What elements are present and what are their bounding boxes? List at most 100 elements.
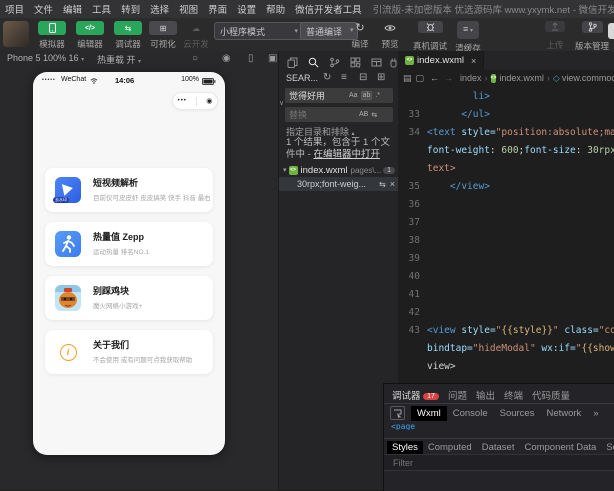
code-line[interactable]: 38 bbox=[398, 232, 614, 250]
code-line[interactable]: text> bbox=[398, 160, 614, 178]
menu-item-4[interactable]: 转到 bbox=[116, 2, 145, 16]
regex-icon[interactable]: .* bbox=[375, 92, 380, 99]
bookmark-icon[interactable]: ▢ bbox=[416, 73, 425, 84]
tab-sources[interactable]: Sources bbox=[494, 406, 541, 421]
clear-cache-button[interactable]: ≡ ▾ 清缓存 bbox=[450, 21, 486, 54]
card-chicken-game[interactable]: 别踩鸡块 魔火网络小游戏+ bbox=[45, 276, 213, 320]
replace-all-icon[interactable]: ⇆ bbox=[371, 111, 377, 119]
menu-item-8[interactable]: 设置 bbox=[232, 2, 261, 16]
card-about-us[interactable]: i 关于我们 不会使用 或有问题可点我获取帮助 bbox=[45, 330, 213, 374]
code-line[interactable]: bindtap="hideModal" wx:if="{{show bbox=[398, 340, 614, 358]
tab-scope-data[interactable]: Scope Data bbox=[601, 441, 614, 454]
open-editor-icon[interactable]: ⊞ bbox=[377, 72, 385, 83]
crumb-element[interactable]: view.commodity bbox=[562, 73, 614, 83]
compile-button[interactable]: ↻ 编译 bbox=[345, 21, 375, 50]
code-line[interactable]: 37 bbox=[398, 214, 614, 232]
code-line[interactable]: 39 bbox=[398, 250, 614, 268]
code-lines[interactable]: li>33 </ul>34<text style="position:absol… bbox=[398, 88, 614, 383]
tab-output[interactable]: 输出 bbox=[476, 388, 495, 402]
tree-caret-icon[interactable]: ▾ bbox=[283, 166, 287, 174]
code-line[interactable]: 36 bbox=[398, 196, 614, 214]
code-line[interactable]: 33 </ul> bbox=[398, 106, 614, 124]
preserve-case-icon[interactable]: AB bbox=[359, 111, 368, 118]
tab-index-wxml[interactable]: <> index.wxml × bbox=[398, 51, 484, 70]
tab-dataset[interactable]: Dataset bbox=[477, 441, 520, 454]
search-icon[interactable] bbox=[305, 55, 321, 69]
package-icon[interactable] bbox=[368, 55, 384, 69]
menu-item-9[interactable]: 帮助 bbox=[261, 2, 290, 16]
search-input[interactable] bbox=[285, 91, 349, 101]
remote-debug-button[interactable]: 真机调试 bbox=[408, 21, 452, 52]
code-line[interactable]: li> bbox=[398, 88, 614, 106]
debugger-button[interactable]: ⇆ 调试器 bbox=[108, 21, 148, 50]
device-frame-icon[interactable]: ▯ bbox=[248, 53, 254, 64]
nav-back-icon[interactable]: ← bbox=[430, 73, 439, 83]
tab-debugger[interactable]: 调试器 17 bbox=[392, 388, 439, 402]
menu-item-3[interactable]: 工具 bbox=[87, 2, 116, 16]
capsule-more-icon[interactable]: ••• bbox=[178, 98, 187, 104]
close-tab-icon[interactable]: × bbox=[471, 56, 476, 66]
tab-problems[interactable]: 问题 bbox=[448, 388, 467, 402]
dismiss-match-icon[interactable]: × bbox=[390, 179, 395, 189]
menu-item-0[interactable]: 项目 bbox=[0, 2, 29, 16]
menu-item-10[interactable]: 微信开发者工具 bbox=[290, 2, 367, 16]
replace-input[interactable] bbox=[285, 110, 359, 120]
tab-component-data[interactable]: Component Data bbox=[519, 441, 601, 454]
more-button[interactable] bbox=[608, 23, 614, 39]
code-line[interactable]: view> bbox=[398, 358, 614, 376]
crumb-file[interactable]: index.wxml bbox=[499, 73, 544, 83]
refresh-results-icon[interactable]: ↻ bbox=[323, 72, 331, 83]
more-tabs-icon[interactable]: » bbox=[587, 406, 604, 421]
extensions-icon[interactable] bbox=[347, 55, 363, 69]
capsule-home-icon[interactable]: ◉ bbox=[206, 97, 212, 105]
code-line[interactable]: 34<text style="position:absolute;ma bbox=[398, 124, 614, 142]
tab-computed[interactable]: Computed bbox=[423, 441, 477, 454]
replace-match-icon[interactable]: ⇆ bbox=[379, 180, 386, 189]
rotate-icon[interactable]: ○ bbox=[192, 53, 198, 64]
menu-item-7[interactable]: 界面 bbox=[203, 2, 232, 16]
capsule-button[interactable]: ••• ◉ bbox=[172, 92, 218, 110]
simulator-button[interactable]: 模拟器 bbox=[32, 21, 72, 50]
collapse-all-icon[interactable]: ⊟ bbox=[359, 72, 367, 83]
mode-select[interactable]: 小程序模式 ▾ bbox=[214, 22, 304, 40]
editor-button[interactable]: </> 编辑器 bbox=[70, 21, 110, 50]
menu-item-2[interactable]: 编辑 bbox=[58, 2, 87, 16]
outline-menu-icon[interactable]: ▤ bbox=[403, 73, 412, 84]
toggle-replace-icon[interactable]: ∨ bbox=[279, 99, 284, 107]
clear-results-icon[interactable]: ≡ bbox=[341, 72, 347, 83]
result-match-row[interactable]: 30rpx;font-weig... ⇆ × bbox=[279, 177, 399, 191]
result-file-row[interactable]: ▾ <> index.wxml pages\... 1 bbox=[279, 163, 399, 177]
code-line[interactable]: 43<view style="{{style}}" class="co bbox=[398, 322, 614, 340]
tab-console[interactable]: Console bbox=[447, 406, 494, 421]
tab-styles[interactable]: Styles bbox=[387, 441, 423, 454]
record-icon[interactable]: ◉ bbox=[222, 53, 231, 64]
tab-terminal[interactable]: 终端 bbox=[504, 388, 523, 402]
whole-word-icon[interactable]: ab bbox=[361, 91, 373, 100]
tab-network[interactable]: Network bbox=[540, 406, 587, 421]
menu-item-6[interactable]: 视图 bbox=[174, 2, 203, 16]
menu-item-1[interactable]: 文件 bbox=[29, 2, 58, 16]
wxml-element-snippet[interactable]: <page bbox=[391, 422, 415, 430]
tab-code-quality[interactable]: 代码质量 bbox=[532, 388, 570, 402]
inspect-element-icon[interactable] bbox=[390, 406, 405, 420]
card-video-parse[interactable]: 去水印 短视频解析 目前仅可皮皮虾 皮皮搞笑 快手 抖音 最右 bbox=[45, 168, 213, 212]
tab-wxml[interactable]: Wxml bbox=[411, 406, 447, 421]
code-line[interactable]: 40 bbox=[398, 268, 614, 286]
device-select[interactable]: Phone 5 100% 16 ▾ bbox=[7, 53, 84, 63]
match-case-icon[interactable]: Aa bbox=[349, 92, 358, 99]
code-line[interactable]: 41 bbox=[398, 286, 614, 304]
open-in-editor-link[interactable]: 在编辑器中打开 bbox=[313, 149, 380, 160]
code-line[interactable]: 35 </view> bbox=[398, 178, 614, 196]
source-control-icon[interactable] bbox=[326, 55, 342, 69]
user-avatar[interactable] bbox=[3, 21, 29, 47]
preview-button[interactable]: 预览 bbox=[375, 21, 405, 50]
code-line[interactable]: 42 bbox=[398, 304, 614, 322]
filter-input[interactable] bbox=[391, 457, 545, 469]
card-zepp[interactable]: 热量值 Zepp 运动热量 排名NO.1 bbox=[45, 222, 213, 266]
code-line[interactable]: font-weight: 600;font-size: 30rpx bbox=[398, 142, 614, 160]
crumb-index[interactable]: index bbox=[460, 73, 482, 83]
files-icon[interactable] bbox=[284, 55, 300, 69]
version-control-button[interactable]: 版本管理 bbox=[572, 21, 612, 52]
hot-reload-select[interactable]: 热重载 开 ▾ bbox=[97, 53, 141, 66]
menu-item-5[interactable]: 选择 bbox=[145, 2, 174, 16]
